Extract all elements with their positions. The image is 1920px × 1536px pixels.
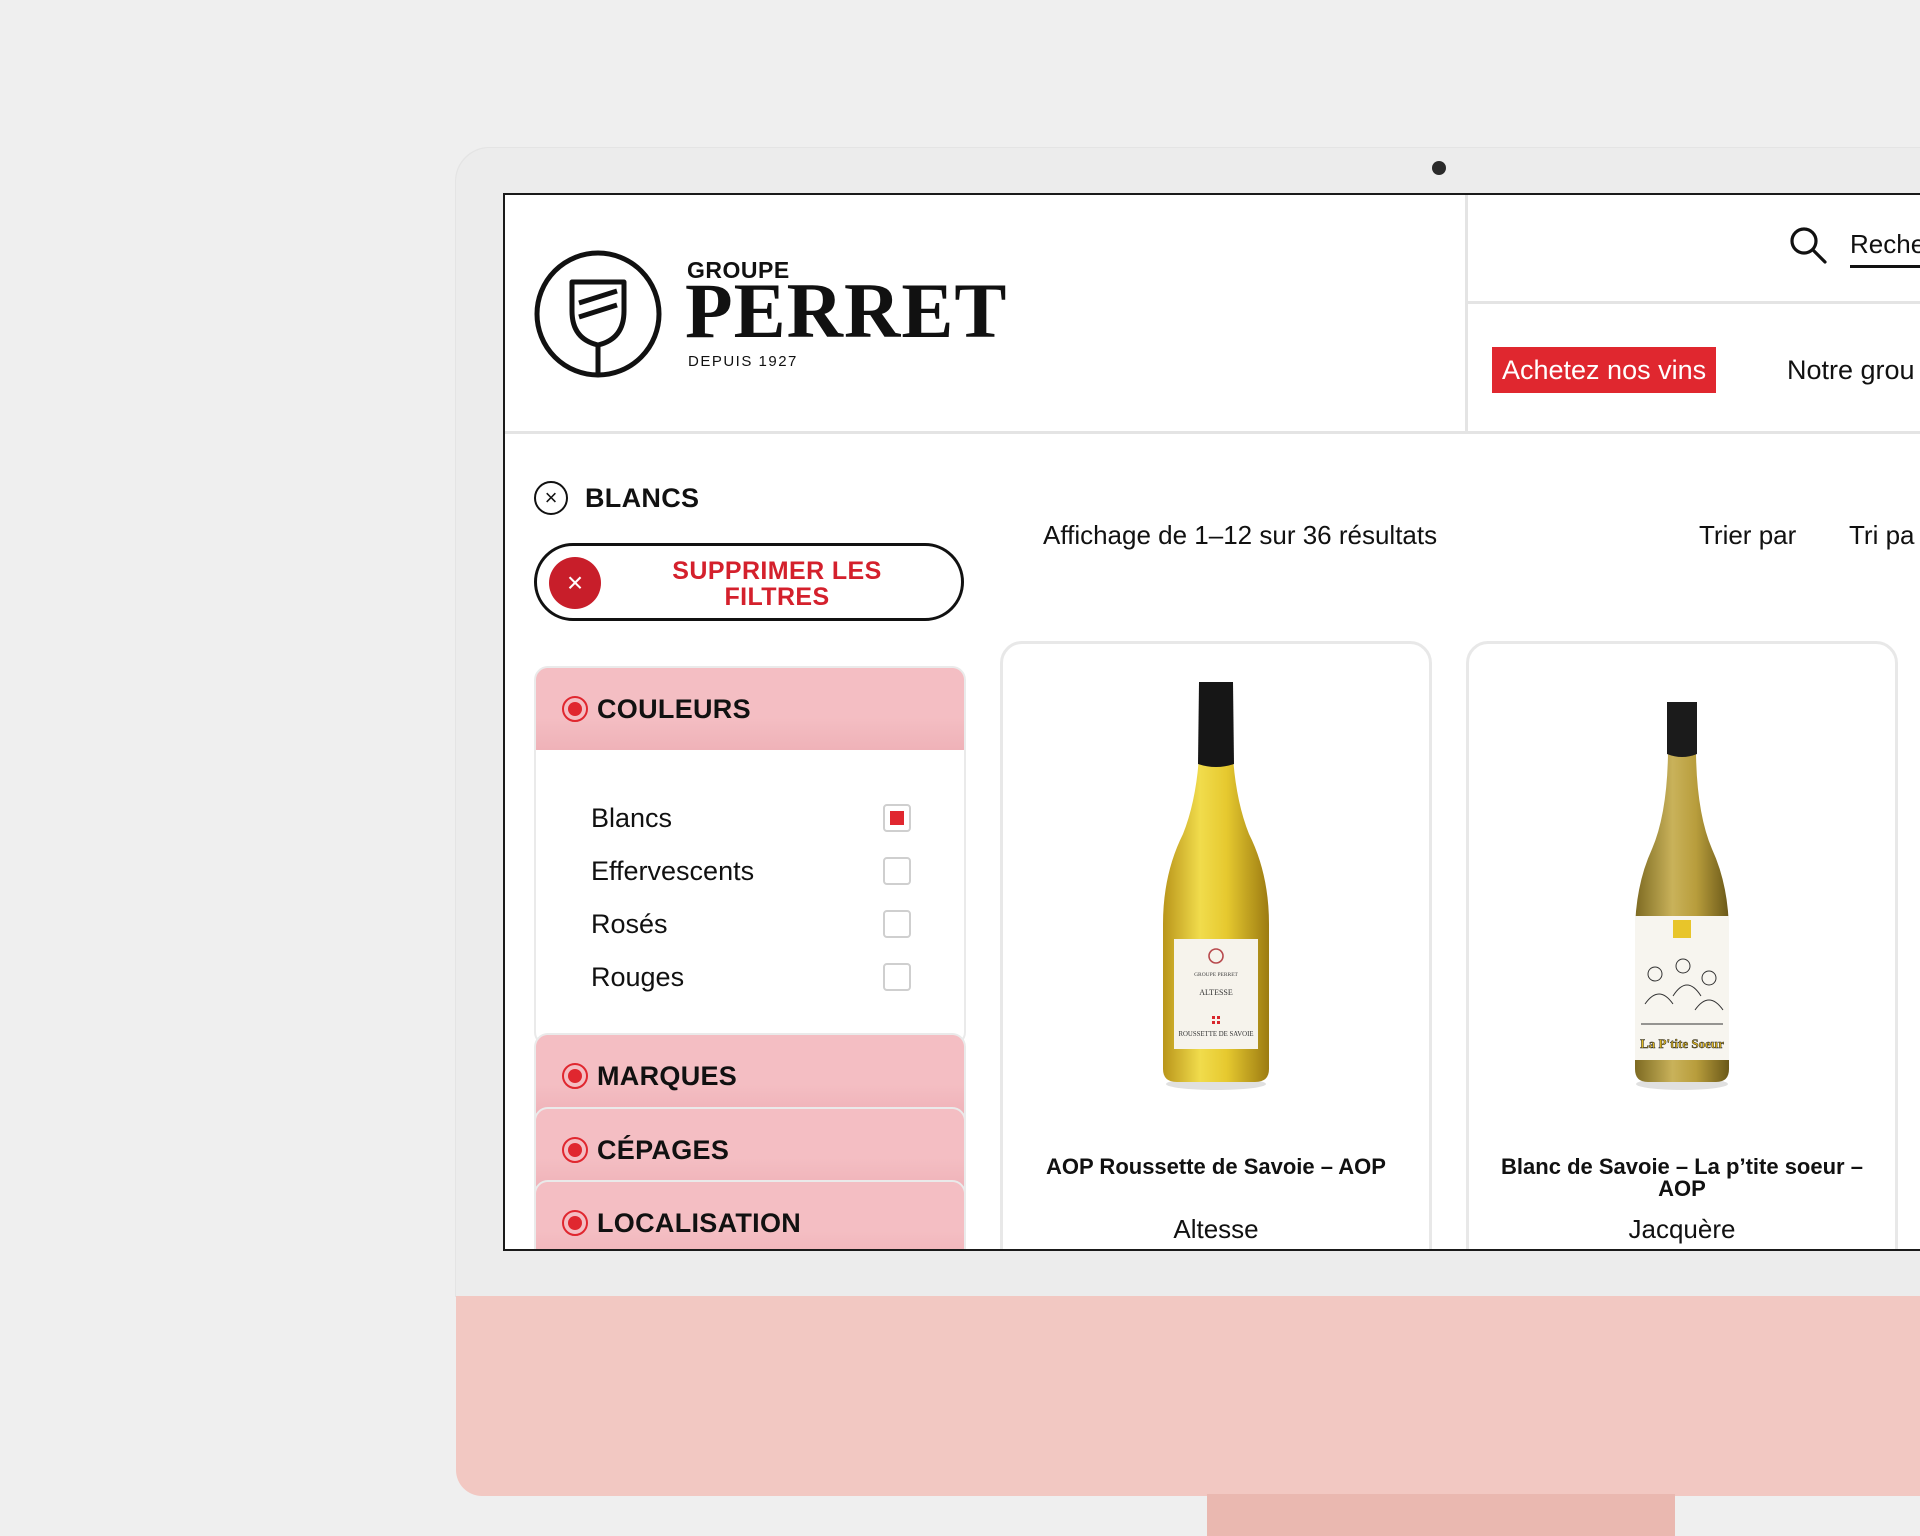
monitor-stand [1207, 1494, 1675, 1536]
product-card[interactable]: La P'tite Soeur Blanc de Savoie – La p’t… [1466, 641, 1898, 1249]
facet-title: CÉPAGES [597, 1134, 730, 1165]
label-appellation: ROUSSETTE DE SAVOIE [1178, 1031, 1253, 1038]
facet-header-localisation[interactable]: LOCALISATION [536, 1182, 964, 1249]
product-card[interactable]: GROUPE PERRET ALTESSE ROUSSETTE DE SAVOI… [1000, 641, 1432, 1249]
checkbox-roses[interactable] [883, 910, 911, 938]
header-horizontal-divider [1468, 301, 1920, 304]
radio-dot-icon [562, 1063, 588, 1089]
active-filter-label: BLANCS [585, 482, 700, 513]
checkbox-blancs[interactable] [883, 804, 911, 832]
sort-select[interactable]: Tri pa [1849, 520, 1915, 551]
result-count: Affichage de 1–12 sur 36 résultats [1043, 520, 1438, 550]
header-divider [1465, 195, 1468, 431]
facet-localisation: LOCALISATION [534, 1180, 966, 1249]
nav-buy-wines-button[interactable]: Achetez nos vins [1492, 347, 1717, 393]
nav-our-group-link[interactable]: Notre grou [1787, 347, 1915, 393]
search-icon[interactable] [1788, 225, 1828, 265]
clear-filters-label: SUPPRIMER LES FILTRES [672, 557, 882, 611]
svg-text:GROUPE PERRET: GROUPE PERRET [1194, 972, 1238, 978]
wine-bottle-image[interactable]: GROUPE PERRET ALTESSE ROUSSETTE DE SAVOI… [1003, 674, 1429, 1094]
facet-option-blancs[interactable]: Blancs [536, 792, 964, 845]
wine-bottle-image[interactable]: La P'tite Soeur [1469, 674, 1895, 1094]
logo-tagline: DEPUIS 1927 [688, 353, 798, 370]
clear-filters-x-icon: × [549, 557, 601, 609]
product-variety: Jacquère [1628, 1214, 1736, 1244]
facet-title: COULEURS [597, 693, 751, 724]
facet-title: LOCALISATION [597, 1207, 802, 1238]
facet-option-label: Effervescents [591, 856, 755, 886]
product-name[interactable]: Blanc de Savoie – La p’tite soeur – AOP [1489, 1156, 1875, 1200]
clear-filters-button[interactable]: × SUPPRIMER LES FILTRES [534, 543, 964, 621]
facet-header-marques[interactable]: MARQUES [536, 1035, 964, 1117]
active-filter-chip[interactable]: × BLANCS [534, 478, 699, 518]
facet-header-cepages[interactable]: CÉPAGES [536, 1109, 964, 1191]
screen: GROUPE PERRET DEPUIS 1927 Achetez nos vi… [503, 193, 1920, 1251]
checkbox-rouges[interactable] [883, 963, 911, 991]
radio-dot-icon [562, 696, 588, 722]
product-name[interactable]: AOP Roussette de Savoie – AOP [1023, 1156, 1409, 1178]
facet-options: Blancs Effervescents Rosés Rouges [536, 750, 964, 1004]
facet-title: MARQUES [597, 1060, 738, 1091]
logo-wineglass-icon[interactable] [533, 249, 663, 379]
facet-option-label: Rouges [591, 962, 685, 992]
site-header: GROUPE PERRET DEPUIS 1927 Achetez nos vi… [505, 195, 1920, 434]
label-cuvee: ALTESSE [1199, 988, 1233, 997]
checkbox-effervescents[interactable] [883, 857, 911, 885]
facet-option-effervescents[interactable]: Effervescents [536, 845, 964, 898]
facet-option-roses[interactable]: Rosés [536, 898, 964, 951]
radio-dot-icon [562, 1210, 588, 1236]
search-input[interactable] [1850, 223, 1920, 268]
facet-couleurs: COULEURS Blancs Effervescents Rosés Roug… [534, 666, 966, 1046]
facet-option-label: Blancs [591, 803, 673, 833]
camera-dot [1432, 161, 1446, 175]
product-variety: Altesse [1173, 1214, 1259, 1244]
facet-header-couleurs[interactable]: COULEURS [536, 668, 964, 750]
radio-dot-icon [562, 1137, 588, 1163]
monitor-chin [456, 1296, 1920, 1496]
facet-option-label: Rosés [591, 909, 668, 939]
label-brand: La P'tite Soeur [1640, 1036, 1724, 1051]
remove-filter-icon[interactable]: × [534, 481, 568, 515]
facet-option-rouges[interactable]: Rouges [536, 951, 964, 1004]
logo-perret-text[interactable]: PERRET [685, 272, 1007, 350]
sort-label: Trier par [1699, 520, 1797, 550]
